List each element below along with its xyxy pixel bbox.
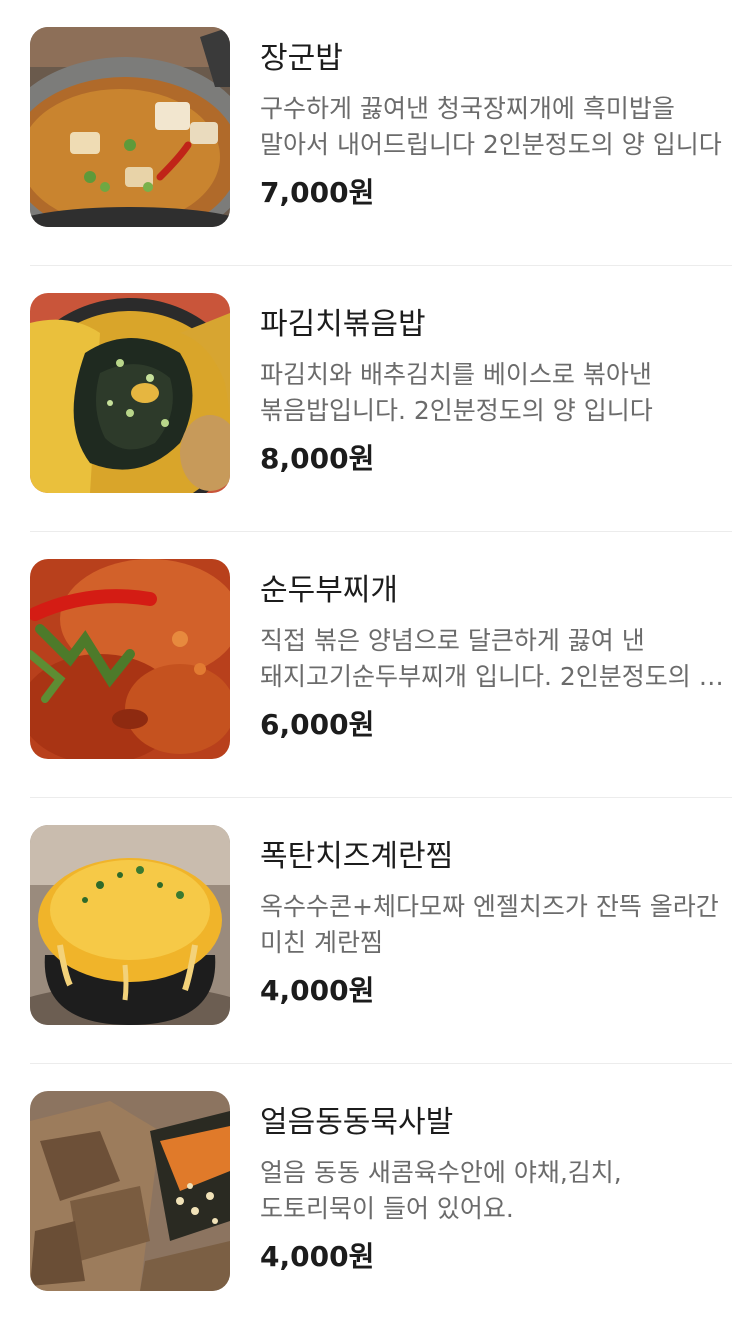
menu-item-description: 파김치와 배추김치를 베이스로 볶아낸 볶음밥입니다. 2인분정도의 양 입니다 [260, 360, 653, 425]
menu-item-price: 7,000원 [260, 176, 375, 209]
menu-item-price: 8,000원 [260, 442, 375, 475]
menu-item-price: 4,000원 [260, 1240, 375, 1273]
menu-item-photo[interactable] [30, 825, 230, 1025]
menu-item-photo[interactable] [30, 1091, 230, 1291]
cheese-egg-photo [30, 825, 230, 1025]
menu-item-name: 파김치볶음밥 [260, 307, 426, 342]
menu-item[interactable]: 폭탄치즈계란찜 옥수수콘+체다모짜 엔젤치즈가 잔뜩 올라간 미친 계란찜 4,… [0, 798, 750, 1064]
menu-item-info: 장군밥 구수하게 끓여낸 청국장찌개에 흑미밥을 말아서 내어드립니다 2인분정… [260, 27, 730, 211]
menu-item-info: 파김치볶음밥 파김치와 배추김치를 베이스로 볶아낸 볶음밥입니다. 2인분정도… [260, 293, 730, 477]
menu-item-name: 얼음동동묵사발 [260, 1105, 454, 1140]
fried-rice-photo [30, 293, 230, 493]
soft-tofu-stew-photo [30, 559, 230, 759]
menu-item-info: 얼음동동묵사발 얼음 동동 새콤육수안에 야채,김치,도토리묵이 들어 있어요.… [260, 1091, 730, 1275]
menu-item[interactable]: 파김치볶음밥 파김치와 배추김치를 베이스로 볶아낸 볶음밥입니다. 2인분정도… [0, 266, 750, 532]
menu-item[interactable]: 장군밥 구수하게 끓여낸 청국장찌개에 흑미밥을 말아서 내어드립니다 2인분정… [0, 0, 750, 266]
menu-item-price: 6,000원 [260, 708, 375, 741]
menu-list: 장군밥 구수하게 끓여낸 청국장찌개에 흑미밥을 말아서 내어드립니다 2인분정… [0, 0, 750, 1326]
menu-item-photo[interactable] [30, 293, 230, 493]
menu-item[interactable]: 순두부찌개 직접 볶은 양념으로 달큰하게 끓여 낸 돼지고기순두부찌개 입니다… [0, 532, 750, 798]
stew-photo [30, 27, 230, 227]
menu-item-name: 순두부찌개 [260, 573, 398, 608]
menu-item-description: 얼음 동동 새콤육수안에 야채,김치,도토리묵이 들어 있어요. [260, 1158, 622, 1223]
menu-item-description: 직접 볶은 양념으로 달큰하게 끓여 낸 돼지고기순두부찌개 입니다. 2인분정… [260, 626, 722, 691]
menu-item-photo[interactable] [30, 27, 230, 227]
menu-item-info: 순두부찌개 직접 볶은 양념으로 달큰하게 끓여 낸 돼지고기순두부찌개 입니다… [260, 559, 730, 743]
menu-item-description: 구수하게 끓여낸 청국장찌개에 흑미밥을 말아서 내어드립니다 2인분정도의 양… [260, 94, 722, 159]
menu-item[interactable]: 얼음동동묵사발 얼음 동동 새콤육수안에 야채,김치,도토리묵이 들어 있어요.… [0, 1064, 750, 1326]
menu-item-price: 4,000원 [260, 974, 375, 1007]
acorn-jelly-photo [30, 1091, 230, 1291]
menu-item-name: 장군밥 [260, 41, 343, 76]
menu-item-description: 옥수수콘+체다모짜 엔젤치즈가 잔뜩 올라간 미친 계란찜 [260, 892, 719, 957]
menu-item-info: 폭탄치즈계란찜 옥수수콘+체다모짜 엔젤치즈가 잔뜩 올라간 미친 계란찜 4,… [260, 825, 730, 1009]
menu-item-photo[interactable] [30, 559, 230, 759]
menu-item-name: 폭탄치즈계란찜 [260, 839, 454, 874]
